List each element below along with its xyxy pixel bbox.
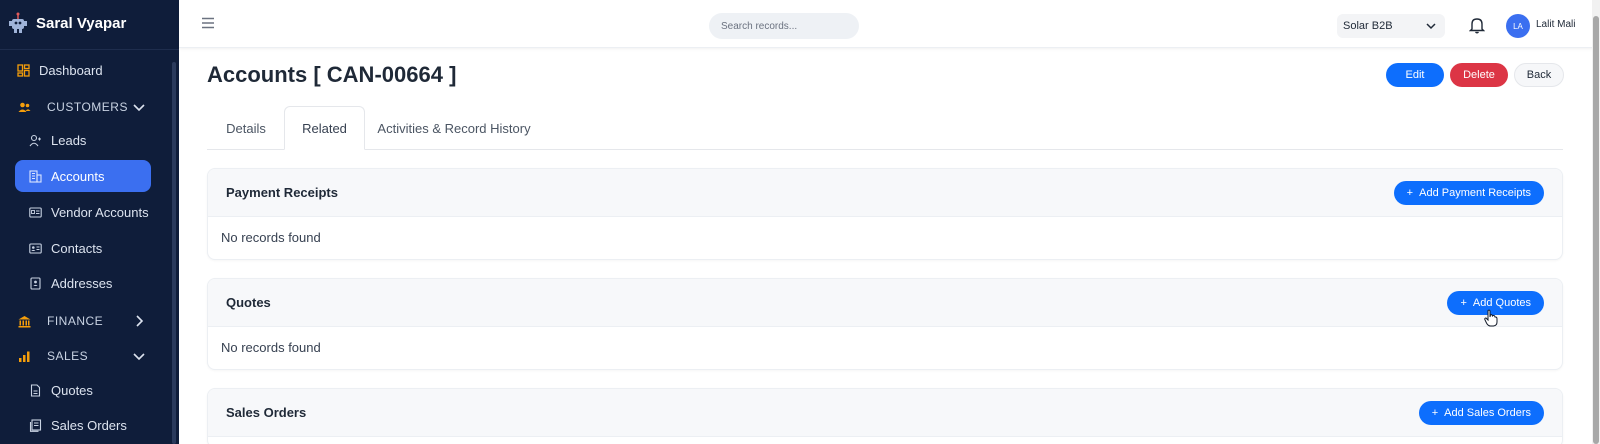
sidebar-section-finance[interactable]: FINANCE xyxy=(18,307,146,335)
sidebar-item-label: Leads xyxy=(51,132,87,148)
brand-name: Saral Vyapar xyxy=(36,14,127,32)
organization-select-value: Solar B2B xyxy=(1343,20,1393,32)
sidebar-item-label: Accounts xyxy=(51,168,105,184)
empty-state-text: No records found xyxy=(221,230,321,245)
sidebar-item-accounts[interactable]: Accounts xyxy=(15,160,151,192)
user-name[interactable]: Lalit Mali xyxy=(1536,19,1575,30)
sidebar-item-label: Vendor Accounts xyxy=(51,204,149,220)
button-label: Add Quotes xyxy=(1472,297,1531,309)
panel-header: Quotes + Add Quotes xyxy=(208,279,1562,327)
sidebar-item-leads[interactable]: Leads xyxy=(15,124,151,156)
sidebar-item-addresses[interactable]: Addresses xyxy=(15,267,151,299)
tab-related[interactable]: Related xyxy=(284,106,365,150)
grid-icon xyxy=(17,63,30,77)
quotes-panel: Quotes + Add Quotes No records found xyxy=(207,278,1563,370)
sidebar-section-label: CUSTOMERS xyxy=(47,100,128,114)
sidebar-item-label: Dashboard xyxy=(39,62,103,78)
panel-body: No records found xyxy=(208,327,1562,369)
delete-button[interactable]: Delete xyxy=(1450,63,1508,87)
user-icon xyxy=(29,134,41,146)
menu-icon[interactable] xyxy=(201,17,215,29)
bell-icon[interactable] xyxy=(1469,16,1485,34)
chevron-down-icon xyxy=(1426,23,1436,30)
chevron-down-icon xyxy=(133,104,145,112)
bar-chart-icon xyxy=(19,351,30,362)
document-icon xyxy=(30,383,41,397)
edit-button[interactable]: Edit xyxy=(1386,63,1444,87)
id-card-icon xyxy=(29,206,42,218)
button-label: Add Payment Receipts xyxy=(1419,187,1531,199)
sidebar-section-label: SALES xyxy=(47,349,89,363)
sidebar-item-label: Contacts xyxy=(51,240,103,256)
sidebar-divider xyxy=(0,49,179,50)
panel-title: Quotes xyxy=(226,295,271,310)
record-tabs: Details Related Activities & Record Hist… xyxy=(207,106,1563,150)
address-book-icon xyxy=(30,276,41,290)
panel-title: Payment Receipts xyxy=(226,185,338,200)
orders-icon xyxy=(29,418,42,432)
avatar[interactable]: LA xyxy=(1506,14,1530,38)
tab-activities-record-history[interactable]: Activities & Record History xyxy=(371,106,537,150)
sidebar-item-sales-orders[interactable]: Sales Orders xyxy=(15,409,151,441)
bank-icon xyxy=(18,315,31,327)
panel-title: Sales Orders xyxy=(226,405,307,420)
panel-header: Payment Receipts + Add Payment Receipts xyxy=(208,169,1562,217)
contact-card-icon xyxy=(29,242,42,254)
sidebar: Saral Vyapar Dashboard CUSTOMERS Leads A… xyxy=(0,0,179,444)
sidebar-section-sales[interactable]: SALES xyxy=(18,342,146,370)
hand-cursor-icon xyxy=(1484,309,1498,327)
search-input[interactable] xyxy=(709,13,859,39)
sidebar-scrollbar[interactable] xyxy=(172,62,176,444)
plus-icon: + xyxy=(1460,297,1467,309)
sidebar-item-vendor-accounts[interactable]: Vendor Accounts xyxy=(15,196,151,228)
topbar: Solar B2B LA Lalit Mali xyxy=(179,0,1600,48)
add-payment-receipts-button[interactable]: + Add Payment Receipts xyxy=(1393,181,1544,205)
plus-icon: + xyxy=(1406,187,1414,199)
tab-details[interactable]: Details xyxy=(207,106,285,150)
sales-orders-panel: Sales Orders + Add Sales Orders xyxy=(207,388,1563,444)
add-sales-orders-button[interactable]: + Add Sales Orders xyxy=(1418,401,1544,425)
page-title: Accounts [ CAN-00664 ] xyxy=(207,62,457,87)
chevron-right-icon xyxy=(136,315,144,327)
sidebar-item-dashboard[interactable]: Dashboard xyxy=(15,54,151,86)
panel-body: No records found xyxy=(208,217,1562,259)
empty-state-text: No records found xyxy=(221,340,321,355)
users-icon xyxy=(18,102,31,112)
sidebar-item-contacts[interactable]: Contacts xyxy=(15,232,151,264)
button-label: Add Sales Orders xyxy=(1444,407,1531,419)
building-icon xyxy=(29,169,42,183)
sidebar-item-quotes[interactable]: Quotes xyxy=(15,374,151,406)
chevron-down-icon xyxy=(133,353,145,361)
page-scrollbar-thumb[interactable] xyxy=(1593,16,1599,444)
sidebar-item-label: Addresses xyxy=(51,275,113,291)
payment-receipts-panel: Payment Receipts + Add Payment Receipts … xyxy=(207,168,1563,260)
panel-header: Sales Orders + Add Sales Orders xyxy=(208,389,1562,437)
sidebar-section-label: FINANCE xyxy=(47,314,104,328)
robot-logo-icon xyxy=(9,12,27,33)
page-scrollbar[interactable] xyxy=(1592,0,1600,444)
back-button[interactable]: Back xyxy=(1514,63,1564,87)
brand[interactable]: Saral Vyapar xyxy=(8,12,126,34)
sidebar-item-label: Quotes xyxy=(51,382,93,398)
plus-icon: + xyxy=(1431,407,1439,419)
sidebar-item-label: Sales Orders xyxy=(51,417,127,433)
organization-select[interactable]: Solar B2B xyxy=(1337,14,1445,38)
sidebar-section-customers[interactable]: CUSTOMERS xyxy=(18,93,146,121)
